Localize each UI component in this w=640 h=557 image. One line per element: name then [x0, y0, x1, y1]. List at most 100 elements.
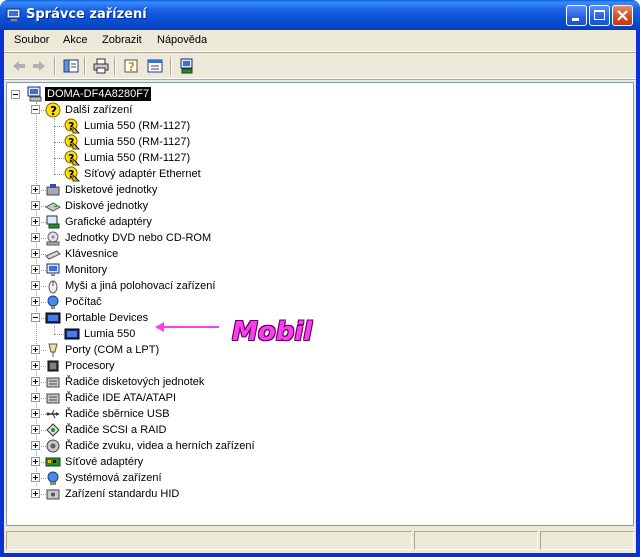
portable-device-icon [45, 310, 61, 326]
device-lumia-1[interactable]: Lumia 550 (RM-1127) [82, 119, 192, 133]
network-adapters-toggle[interactable] [31, 457, 40, 466]
disk-drive-icon [44, 198, 62, 214]
root-node-label[interactable]: DOMA-DF4A8280F7 [45, 87, 152, 101]
processor-icon [45, 358, 61, 374]
monitor-icon [45, 262, 61, 278]
speaker-icon [45, 438, 61, 454]
annotation-arrow-icon [155, 322, 219, 332]
keyboards-toggle[interactable] [31, 249, 40, 258]
close-button[interactable] [612, 5, 633, 26]
menu-akce[interactable]: Akce [63, 34, 87, 46]
scsi-controllers-toggle[interactable] [31, 425, 40, 434]
print-icon[interactable] [92, 57, 110, 75]
forward-arrow-icon[interactable] [30, 57, 48, 75]
usb-controllers-toggle[interactable] [31, 409, 40, 418]
ide-controllers-toggle[interactable] [31, 393, 40, 402]
computer-toggle[interactable] [31, 297, 40, 306]
category-usb-controllers[interactable]: Řadiče sběrnice USB [63, 407, 172, 421]
status-cell-main [6, 531, 412, 550]
computer-icon [27, 86, 43, 102]
svg-text:?: ? [128, 60, 135, 74]
pc-icon [45, 294, 61, 310]
category-computer[interactable]: Počítač [63, 295, 104, 309]
display-adapters-toggle[interactable] [31, 217, 40, 226]
device-lumia-550[interactable]: Lumia 550 [82, 327, 137, 341]
ports-toggle[interactable] [31, 345, 40, 354]
usb-icon [45, 406, 61, 422]
device-ethernet-adapter[interactable]: Síťový adaptér Ethernet [82, 167, 203, 181]
close-icon [617, 10, 628, 21]
monitors-toggle[interactable] [31, 265, 40, 274]
mouse-icon [45, 278, 61, 294]
category-display-adapters[interactable]: Grafické adaptéry [63, 215, 154, 229]
minimize-button[interactable] [566, 5, 587, 26]
root-collapse-toggle[interactable] [11, 90, 20, 99]
disk-drives-toggle[interactable] [31, 201, 40, 210]
client-area: Soubor Akce Zobrazit Nápověda ? DOMA-DF4… [4, 30, 636, 553]
menu-zobrazit[interactable]: Zobrazit [102, 34, 142, 46]
help-icon[interactable]: ? [122, 57, 140, 75]
category-ide-controllers[interactable]: Řadiče IDE ATA/ATAPI [63, 391, 178, 405]
category-mice[interactable]: Myši a jiná polohovací zařízení [63, 279, 217, 293]
category-portable-devices[interactable]: Portable Devices [63, 311, 150, 325]
phone-device-icon [64, 326, 80, 342]
system-devices-toggle[interactable] [31, 473, 40, 482]
category-monitors[interactable]: Monitory [63, 263, 109, 277]
cd-drive-icon [45, 230, 61, 246]
other-devices-toggle[interactable] [31, 105, 40, 114]
menu-soubor[interactable]: Soubor [14, 34, 49, 46]
category-floppy-controllers[interactable]: Řadiče disketových jednotek [63, 375, 206, 389]
category-hid-devices[interactable]: Zařízení standardu HID [63, 487, 181, 501]
floppy-drives-toggle[interactable] [31, 185, 40, 194]
properties-icon[interactable] [146, 57, 164, 75]
warning-device-icon: ? [64, 118, 80, 134]
scan-hardware-icon[interactable] [178, 57, 196, 75]
svg-text:?: ? [50, 104, 57, 118]
unknown-device-icon: ? [45, 102, 61, 118]
ide-controller-icon [45, 390, 61, 406]
menu-bar: Soubor Akce Zobrazit Nápověda [4, 30, 636, 52]
hid-devices-toggle[interactable] [31, 489, 40, 498]
back-arrow-icon[interactable] [10, 57, 28, 75]
status-bar [4, 529, 636, 551]
device-manager-window: Správce zařízení Soubor Akce Zobrazit Ná… [0, 0, 640, 557]
sound-controllers-toggle[interactable] [31, 441, 40, 450]
maximize-button[interactable] [589, 5, 610, 26]
category-network-adapters[interactable]: Síťové adaptéry [63, 455, 145, 469]
floppy-controllers-toggle[interactable] [31, 377, 40, 386]
network-card-icon [45, 454, 61, 470]
category-other-devices[interactable]: Další zařízení [63, 103, 134, 117]
annotation-label: Mobil [232, 317, 313, 347]
device-tree[interactable]: DOMA-DF4A8280F7 ? Další zařízení ? Lumia… [6, 82, 634, 526]
window-title: Správce zařízení [26, 7, 147, 22]
category-keyboards[interactable]: Klávesnice [63, 247, 120, 261]
warning-device-icon: ? [64, 134, 80, 150]
warning-device-icon: ? [64, 150, 80, 166]
mice-toggle[interactable] [31, 281, 40, 290]
keyboard-icon [45, 246, 61, 262]
system-device-icon [45, 470, 61, 486]
category-sound-controllers[interactable]: Řadiče zvuku, videa a herních zařízení [63, 439, 257, 453]
show-hide-tree-icon[interactable] [62, 57, 80, 75]
device-lumia-2[interactable]: Lumia 550 (RM-1127) [82, 135, 192, 149]
category-disk-drives[interactable]: Diskové jednotky [63, 199, 150, 213]
status-cell-2 [414, 531, 538, 550]
scsi-icon [45, 422, 61, 438]
processors-toggle[interactable] [31, 361, 40, 370]
warning-device-icon: ? [64, 166, 80, 182]
device-lumia-3[interactable]: Lumia 550 (RM-1127) [82, 151, 192, 165]
category-dvd-drives[interactable]: Jednotky DVD nebo CD-ROM [63, 231, 213, 245]
floppy-drive-icon [45, 182, 61, 198]
dvd-drives-toggle[interactable] [31, 233, 40, 242]
category-processors[interactable]: Procesory [63, 359, 117, 373]
menu-napoveda[interactable]: Nápověda [157, 34, 207, 46]
category-floppy-drives[interactable]: Disketové jednotky [63, 183, 159, 197]
category-system-devices[interactable]: Systémová zařízení [63, 471, 164, 485]
computer-manager-icon [6, 7, 22, 23]
status-cell-3 [540, 531, 634, 550]
toolbar: ? [4, 54, 636, 79]
portable-devices-toggle[interactable] [31, 313, 40, 322]
title-bar[interactable]: Správce zařízení [0, 0, 640, 30]
category-ports[interactable]: Porty (COM a LPT) [63, 343, 161, 357]
category-scsi-controllers[interactable]: Řadiče SCSI a RAID [63, 423, 168, 437]
